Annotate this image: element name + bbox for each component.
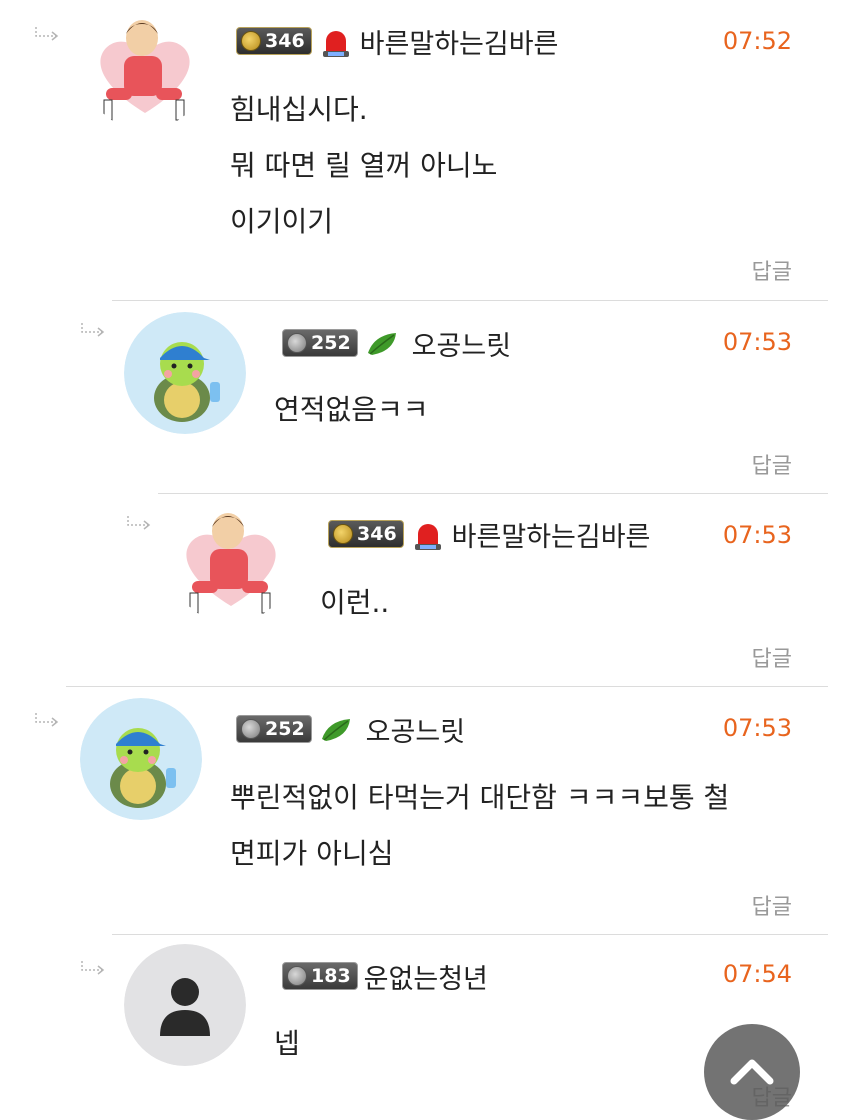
comment-item: 346 바른말하는김바른 07:52 힘내십시다. 뭐 따면 릴 열꺼 아니노 … (0, 0, 850, 300)
comment-text: 넵 (274, 1027, 300, 1060)
avatar[interactable] (170, 501, 292, 623)
comment-time: 07:53 (722, 521, 792, 549)
level-badge: 346 (236, 27, 312, 55)
reply-button[interactable]: 답글 (752, 448, 792, 480)
reply-arrow-icon (35, 713, 59, 727)
nickname[interactable]: 오공느릿 (366, 710, 465, 749)
siren-icon (410, 516, 446, 552)
rank-icon (241, 31, 261, 51)
level-badge: 346 (328, 520, 404, 548)
nickname[interactable]: 운없는청년 (364, 957, 488, 996)
avatar[interactable] (124, 944, 246, 1066)
avatar[interactable] (80, 698, 202, 820)
reply-arrow-icon (35, 27, 59, 41)
rank-icon (287, 333, 307, 353)
nickname[interactable]: 바른말하는김바른 (452, 515, 651, 554)
level-badge: 252 (282, 329, 358, 357)
rank-icon (287, 966, 307, 986)
siren-icon (318, 23, 354, 59)
avatar[interactable] (124, 312, 246, 434)
comment-item: 252 오공느릿 07:53 연적없음ㅋㅋ 답글 (0, 300, 850, 493)
scroll-top-button[interactable] (704, 1024, 800, 1120)
comment-text: 힘내십시다. 뭐 따면 릴 열꺼 아니노 이기이기 (230, 93, 498, 238)
reply-arrow-icon (81, 961, 105, 975)
reply-button[interactable]: 답글 (752, 254, 792, 286)
comment-item: 346 바른말하는김바른 07:53 이런.. 답글 (0, 493, 850, 686)
comment-text: 이런.. (320, 586, 390, 619)
nickname[interactable]: 오공느릿 (412, 324, 511, 363)
leaf-icon (364, 325, 400, 361)
comment-text: 뿌린적없이 타먹는거 대단함 ㅋㅋㅋ보통 철 면피가 아니심 (230, 781, 730, 870)
level-badge: 252 (236, 715, 312, 743)
leaf-icon (318, 711, 354, 747)
comment-time: 07:54 (722, 960, 792, 988)
rank-icon (241, 719, 261, 739)
reply-arrow-icon (81, 323, 105, 337)
level-badge: 183 (282, 962, 358, 990)
comment-item: 252 오공느릿 07:53 뿌린적없이 타먹는거 대단함 ㅋㅋㅋ보통 철 면피… (0, 686, 850, 934)
reply-button[interactable]: 답글 (752, 641, 792, 673)
comment-time: 07:53 (722, 328, 792, 356)
comment-time: 07:52 (722, 27, 792, 55)
reply-button[interactable]: 답글 (752, 889, 792, 921)
comment-text: 연적없음ㅋㅋ (274, 393, 429, 426)
reply-arrow-icon (127, 516, 151, 530)
chevron-up-icon (730, 1059, 774, 1085)
nickname[interactable]: 바른말하는김바른 (360, 22, 559, 61)
avatar[interactable] (84, 8, 206, 130)
rank-icon (333, 524, 353, 544)
comment-time: 07:53 (722, 714, 792, 742)
